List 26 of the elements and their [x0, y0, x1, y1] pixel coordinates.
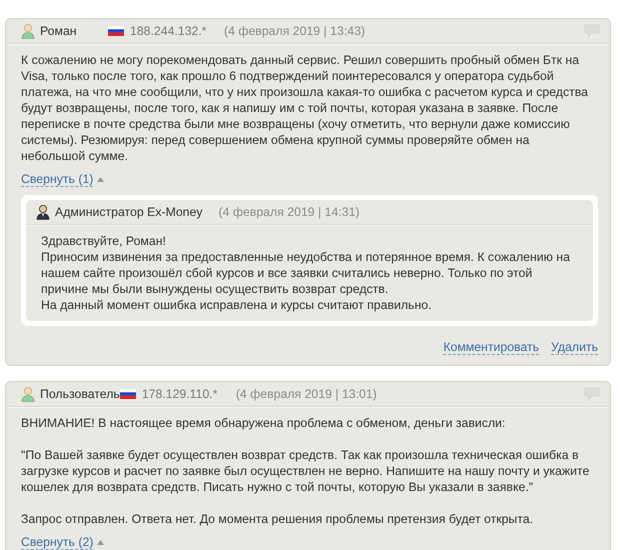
flag-icon	[120, 389, 136, 399]
user-icon	[21, 386, 35, 402]
ip-address: 188.244.132.*	[130, 24, 208, 38]
reply-date: (4 февраля 2019 | 14:31)	[218, 205, 360, 219]
review-date: (4 февраля 2019 | 13:43)	[224, 24, 366, 38]
action-link[interactable]: Комментировать	[443, 340, 540, 355]
author-name: Пользователь	[40, 387, 120, 401]
flag-icon	[108, 26, 124, 36]
review-text: "По Вашей заявке будет осуществлен возврат средств. Так как произошла техническая ошибка в загрузке курсов и расчет по заявке был осуществлен не верно. Напишите на нашу почту и укажите кошелек для возврата средств. Писать нужно с той почты, которую Вы указали в заявке."	[21, 447, 590, 495]
review-date: (4 февраля 2019 | 13:01)	[236, 387, 377, 401]
review-text: К сожалению не могу порекомендовать данный сервис. Решил совершить пробный обмен Бтк на Visa, только после того, как прошло 6 подтверждений поинтересовался у оператора судьбой платежа, на что мне сообщили, что у них произошла какая-то ошибка с расчетом курса и средства будут возвращены, после того, как я напишу им с той почты, которая указана в заявке. После переписке в почте средства были мне возвращены (хочу отметить, что вернули даже комиссию системы). Резюмируя: перед совершением обмена крупной суммы проверяйте обмен на небольшой сумме.	[21, 52, 589, 164]
speech-bubble-icon[interactable]	[584, 387, 600, 401]
action-link[interactable]: Удалить	[551, 340, 598, 355]
ip-address: 178.129.110.*	[142, 387, 218, 401]
reply-text: Здравствуйте, Роман!	[41, 233, 167, 249]
author-name: Администратор Ex-Money	[55, 205, 202, 219]
collapse-link[interactable]: Свернуть (2)	[21, 535, 94, 550]
user-icon	[21, 23, 35, 39]
person-in-suit-icon	[36, 204, 50, 220]
collapse-link[interactable]: Свернуть (1)	[21, 172, 94, 187]
speech-bubble-icon[interactable]	[584, 24, 600, 38]
reply-text: На данный момент ошибка исправлена и курсы считают правильно.	[41, 297, 433, 313]
author-name: Роман	[40, 24, 78, 38]
review-text: ВНИМАНИЕ! В настоящее время обнаружена проблема с обменом, деньги зависли:	[21, 415, 506, 431]
review-text: Запрос отправлен. Ответа нет. До момента решения проблемы претензия будет открыта.	[21, 511, 534, 527]
reply-text: Приносим извинения за предоставленные неудобства и потерянное время. К сожалению на нашем сайте произошёл сбой курсов и все заявки считались неверно. Только по этой причине мы были вынуждены осуществить возврат средств.	[41, 249, 571, 297]
